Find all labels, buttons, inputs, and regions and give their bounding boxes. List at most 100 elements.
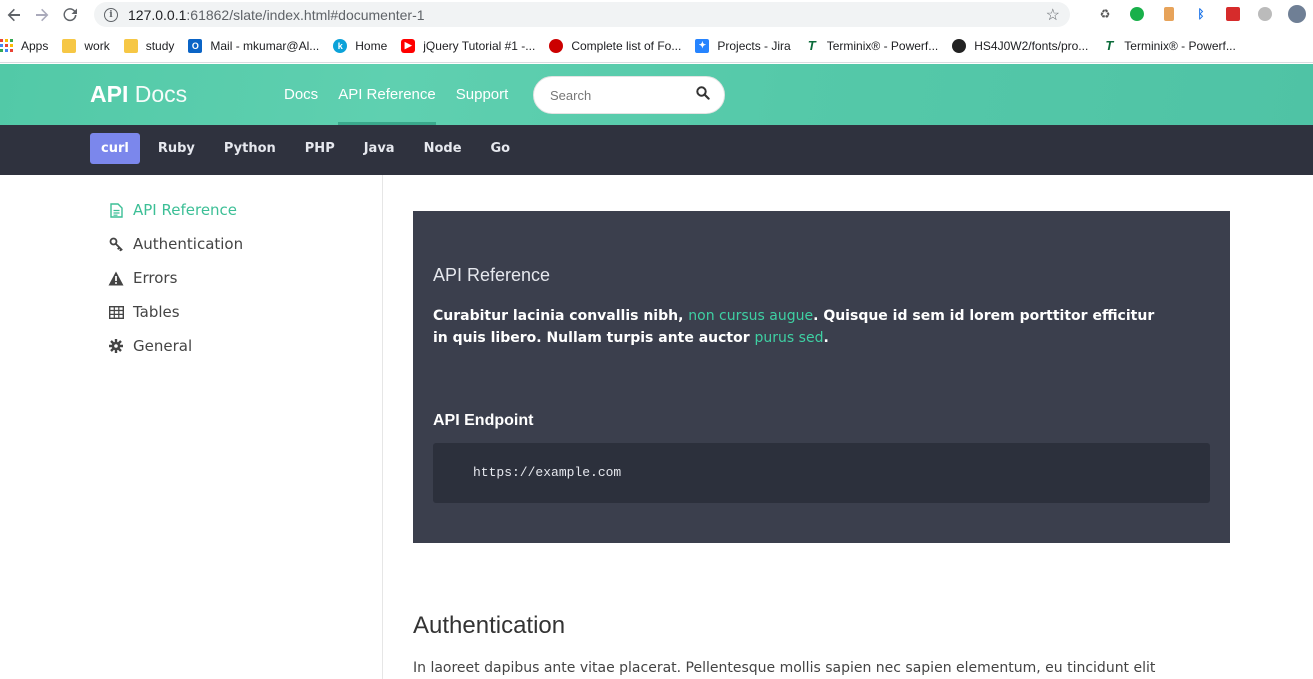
lang-tab-curl[interactable]: curl [90,133,140,164]
sidebar-item-label: Authentication [133,235,244,253]
para-text: . [823,330,829,346]
key-icon [108,236,124,252]
folder-icon [123,38,138,53]
back-button[interactable] [0,0,28,29]
bookmark-label: Apps [21,38,49,53]
lang-tab-node[interactable]: Node [413,133,473,164]
lang-tab-php[interactable]: PHP [294,133,346,164]
bookmark-terminix-2[interactable]: T Terminix® - Powerf... [1102,34,1236,58]
para-link-1[interactable]: non cursus augue [688,308,813,324]
bookmark-github[interactable]: HS4J0W2/fonts/pro... [952,34,1088,58]
bookmark-home[interactable]: k Home [333,34,387,58]
para-link-2[interactable]: purus sed [755,330,824,346]
terminix-icon: T [1102,38,1117,53]
bookmark-mail[interactable]: O Mail - mkumar@Al... [188,34,319,58]
address-bar[interactable]: i 127.0.0.1:61862/slate/index.html#docum… [94,2,1070,27]
profile-avatar[interactable] [1281,4,1313,24]
bookmark-label: work [84,38,110,53]
folder-icon [62,38,77,53]
bookmark-label: HS4J0W2/fonts/pro... [974,38,1089,53]
github-icon [952,38,967,53]
lang-tab-python[interactable]: Python [213,133,287,164]
bookmark-star-icon[interactable]: ☆ [1046,5,1060,25]
logo-bold: API [90,81,129,107]
top-nav: Docs API Reference Support [284,86,508,125]
sidebar-item-authentication[interactable]: Authentication [108,235,243,253]
bluetooth-extension-icon[interactable]: ᛒ [1185,4,1217,24]
arrow-right-icon [36,8,49,21]
bookmark-label: Complete list of Fo... [571,38,682,53]
language-bar: curl Ruby Python PHP Java Node Go [0,125,1313,175]
nav-api-reference[interactable]: API Reference [338,86,436,125]
document-icon [108,202,124,218]
bookmark-fonts[interactable]: Complete list of Fo... [549,34,681,58]
extensions-area: ♻ ᛒ [1089,4,1313,24]
cors-extension-icon[interactable] [1217,4,1249,24]
lang-tab-ruby[interactable]: Ruby [147,133,206,164]
orange-extension-icon[interactable] [1153,4,1185,24]
lang-tab-java[interactable]: Java [353,133,406,164]
warning-icon [108,270,124,286]
bookmark-label: Terminix® - Powerf... [1124,38,1236,53]
endpoint-code-block: https://example.com [433,443,1210,503]
sidebar-item-errors[interactable]: Errors [108,269,177,287]
site-header: API Docs Docs API Reference Support [0,64,1313,125]
bookmark-label: jQuery Tutorial #1 -... [423,38,536,53]
green-extension-icon[interactable] [1121,4,1153,24]
info-icon[interactable]: i [104,7,118,22]
search-icon[interactable] [696,86,710,100]
para-text: Curabitur lacinia convallis nibh, [433,308,689,324]
url-host: 127.0.0.1 [128,6,187,23]
sidebar-item-tables[interactable]: Tables [108,303,180,321]
endpoint-url: https://example.com [473,465,622,480]
logo-light: Docs [134,81,188,107]
outlook-icon: O [188,38,203,53]
red-circle-icon [549,38,564,53]
search-box [533,76,725,114]
bookmark-terminix-1[interactable]: T Terminix® - Powerf... [804,34,939,58]
bookmark-work[interactable]: work [62,34,110,58]
bookmark-label: study [145,38,175,53]
api-reference-block: API Reference Curabitur lacinia convalli… [413,211,1230,543]
bookmark-label: Projects - Jira [717,38,791,53]
reload-icon [63,7,77,21]
endpoint-title: API Endpoint [433,412,534,429]
authentication-heading: Authentication [413,612,566,639]
table-icon [108,304,124,320]
bookmark-label: Home [355,38,388,53]
terminix-icon: T [804,38,819,53]
nav-docs[interactable]: Docs [284,86,318,125]
site-logo[interactable]: API Docs [90,81,187,108]
youtube-icon: ▶ [401,38,416,53]
apps-grid-icon [0,39,13,52]
gray-extension-icon[interactable] [1249,4,1281,24]
reload-button[interactable] [56,0,84,29]
bookmark-jquery[interactable]: ▶ jQuery Tutorial #1 -... [401,34,535,58]
k-icon: k [333,38,348,53]
sidebar: API Reference Authentication Errors Tabl… [0,175,383,679]
authentication-paragraph: In laoreet dapibus ante vitae placerat. … [413,660,1156,676]
block-paragraph: Curabitur lacinia convallis nibh, non cu… [433,305,1173,349]
bookmark-label: Terminix® - Powerf... [826,38,939,53]
recycle-extension-icon[interactable]: ♻ [1089,4,1121,24]
browser-toolbar: i 127.0.0.1:61862/slate/index.html#docum… [0,0,1313,29]
bookmark-label: Mail - mkumar@Al... [210,38,320,53]
sidebar-item-label: API Reference [133,201,238,219]
sidebar-item-api-reference[interactable]: API Reference [108,201,237,219]
lang-tab-go[interactable]: Go [480,133,522,164]
bookmark-study[interactable]: study [123,34,175,58]
url-path: :61862/slate/index.html#documenter-1 [186,6,425,23]
jira-icon: ✦ [695,38,710,53]
nav-support[interactable]: Support [456,86,509,125]
sidebar-item-label: Tables [133,303,180,321]
sidebar-item-general[interactable]: General [108,337,192,355]
bookmark-jira[interactable]: ✦ Projects - Jira [695,34,791,58]
search-input[interactable] [550,87,690,103]
sidebar-item-label: General [133,337,193,355]
forward-button[interactable] [28,0,56,29]
bookmark-apps[interactable]: Apps [0,34,48,58]
block-title: API Reference [433,265,551,285]
gear-icon [108,338,124,354]
language-tabs: curl Ruby Python PHP Java Node Go [90,133,528,164]
arrow-left-icon [7,8,20,21]
